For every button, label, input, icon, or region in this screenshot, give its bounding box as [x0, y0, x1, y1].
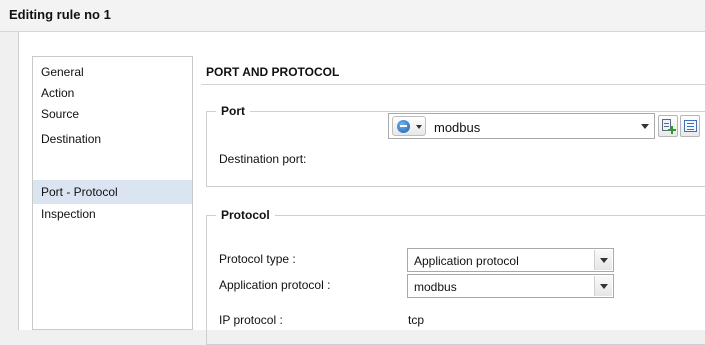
- nav-item-inspection[interactable]: Inspection: [33, 204, 192, 225]
- list-icon: [684, 120, 697, 132]
- application-protocol-label: Application protocol :: [219, 278, 331, 292]
- nav-item-source[interactable]: Source: [33, 104, 192, 125]
- protocol-type-value: Application protocol: [414, 254, 519, 268]
- destination-port-value: modbus: [434, 120, 481, 135]
- object-type-selector[interactable]: [392, 116, 426, 136]
- application-protocol-select[interactable]: modbus: [407, 274, 614, 298]
- rule-sections-nav: General Action Source Destination Port -…: [32, 56, 193, 330]
- dialog-body: General Action Source Destination Port -…: [18, 32, 705, 345]
- chevron-down-icon[interactable]: [594, 276, 612, 296]
- destination-port-label: Destination port:: [219, 152, 307, 166]
- window-title: Editing rule no 1: [9, 7, 111, 22]
- protocol-type-label: Protocol type :: [219, 252, 296, 266]
- object-globe-icon: [397, 120, 410, 133]
- port-group-legend: Port: [216, 104, 250, 118]
- nav-item-port-protocol[interactable]: Port - Protocol: [33, 180, 192, 204]
- add-plus-icon: [668, 126, 676, 134]
- window-titlebar: Editing rule no 1: [0, 0, 705, 32]
- destination-port-combobox[interactable]: modbus: [388, 113, 655, 139]
- nav-item-general[interactable]: General: [33, 62, 192, 83]
- nav-item-action[interactable]: Action: [33, 83, 192, 104]
- ip-protocol-value: tcp: [408, 313, 425, 327]
- caret-down-icon: [416, 125, 422, 129]
- section-title: PORT AND PROTOCOL: [206, 65, 340, 79]
- section-divider: [201, 84, 705, 85]
- chevron-down-icon[interactable]: [638, 117, 653, 135]
- protocol-type-select[interactable]: Application protocol: [407, 248, 614, 272]
- chevron-down-icon[interactable]: [594, 250, 612, 270]
- nav-item-destination[interactable]: Destination: [33, 129, 192, 150]
- protocol-group-legend: Protocol: [216, 208, 275, 222]
- application-protocol-value: modbus: [414, 280, 457, 294]
- object-list-button[interactable]: [680, 115, 700, 137]
- ip-protocol-label: IP protocol :: [219, 313, 283, 327]
- add-object-button[interactable]: [658, 115, 678, 137]
